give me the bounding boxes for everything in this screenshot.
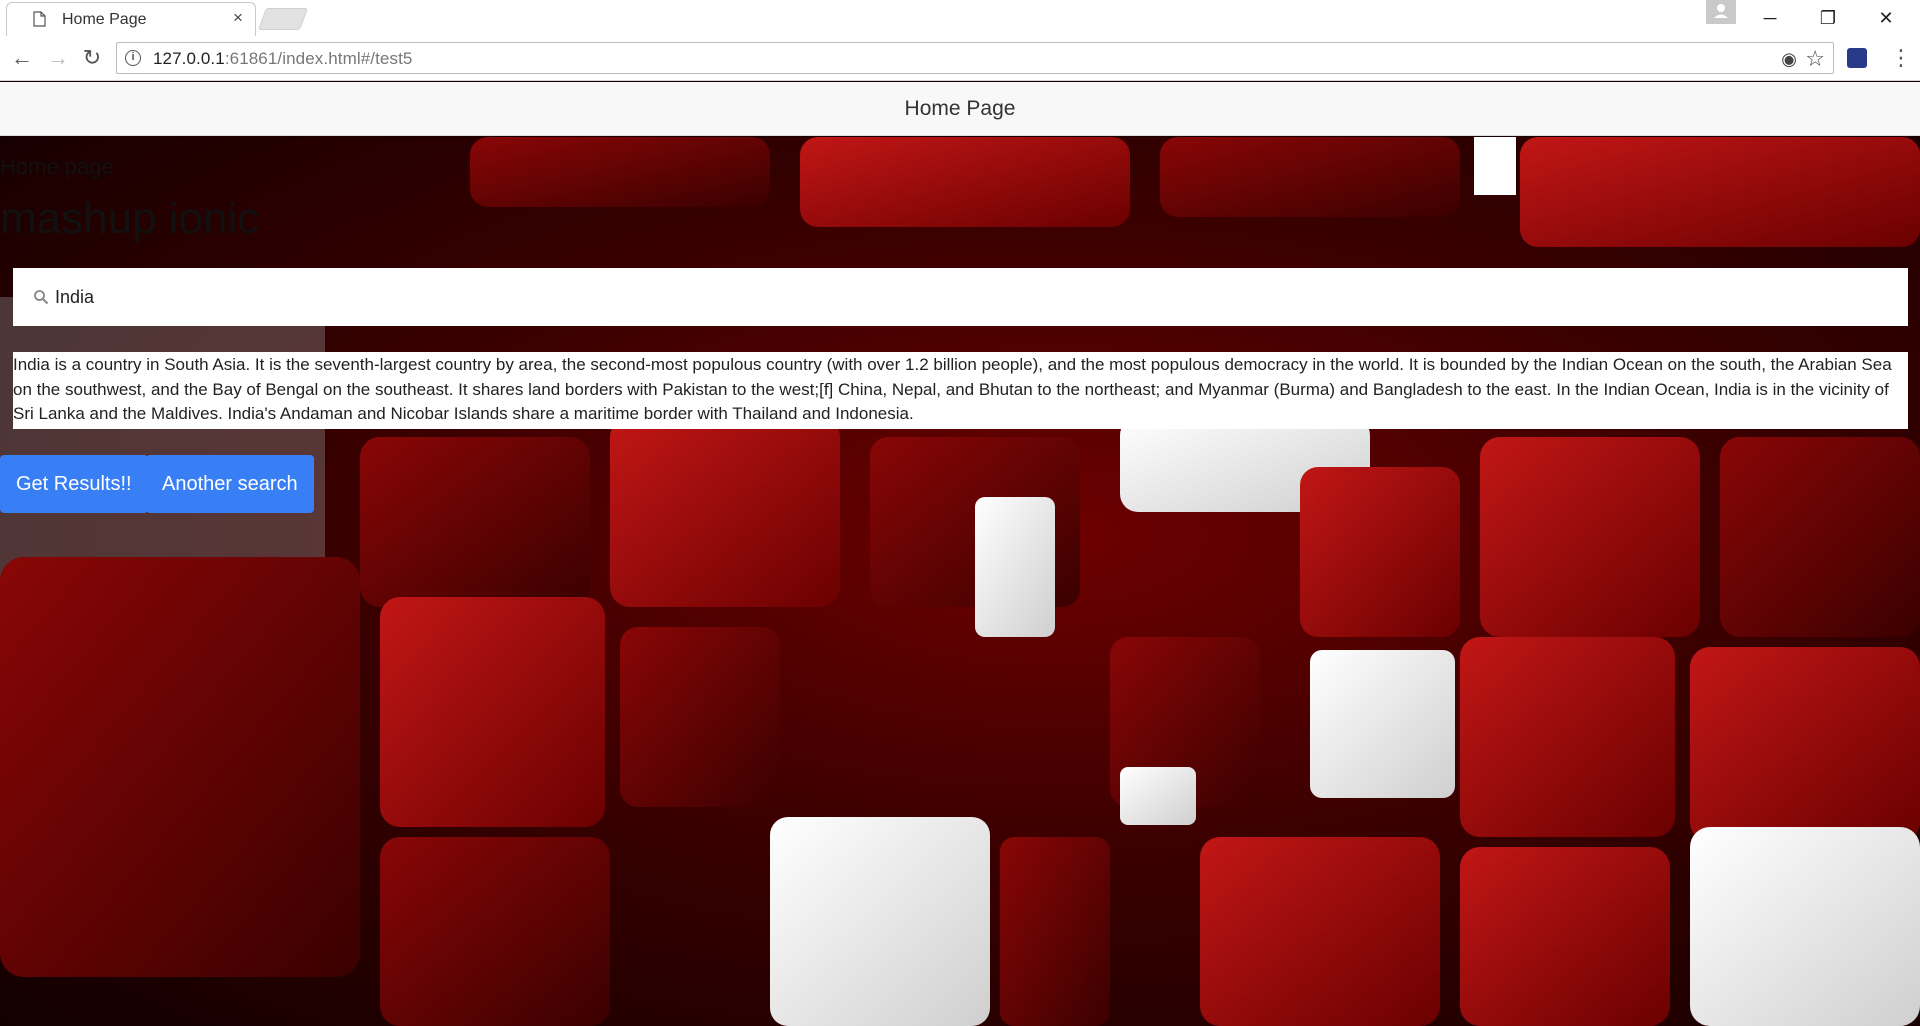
back-icon[interactable]: ← bbox=[8, 44, 36, 72]
search-input[interactable] bbox=[55, 278, 1875, 316]
url-text[interactable]: 127.0.0.1:61861/index.html#/test5 bbox=[153, 49, 412, 69]
new-tab-button[interactable] bbox=[257, 8, 309, 30]
page-title: mashup ionic bbox=[0, 194, 260, 243]
close-window-icon[interactable]: ✕ bbox=[1858, 4, 1914, 32]
url-host: 127.0.0.1 bbox=[153, 49, 225, 68]
tab-close-icon[interactable]: × bbox=[233, 9, 243, 27]
reload-icon[interactable]: ↻ bbox=[78, 44, 106, 72]
result-text: India is a country in South Asia. It is … bbox=[13, 352, 1908, 429]
extension-icon[interactable] bbox=[1847, 48, 1867, 68]
page-icon bbox=[33, 11, 46, 27]
get-results-button[interactable]: Get Results!! bbox=[0, 455, 148, 513]
browser-tabstrip: Home Page × ─ ❐ ✕ bbox=[0, 0, 1920, 36]
tab-title: Home Page bbox=[62, 11, 147, 28]
location-icon[interactable]: ◉ bbox=[1781, 49, 1797, 70]
forward-icon[interactable]: → bbox=[44, 44, 72, 72]
browser-toolbar: ← → ↻ i 127.0.0.1:61861/index.html#/test… bbox=[0, 36, 1920, 81]
minimize-icon[interactable]: ─ bbox=[1742, 4, 1798, 32]
searchbar[interactable] bbox=[13, 268, 1908, 326]
app-header: Home Page bbox=[0, 82, 1920, 136]
profile-icon[interactable] bbox=[1706, 0, 1736, 24]
info-icon[interactable]: i bbox=[125, 50, 141, 66]
page-subtitle: Home page bbox=[0, 154, 114, 179]
bookmark-star-icon[interactable]: ☆ bbox=[1805, 46, 1825, 72]
header-title: Home Page bbox=[904, 97, 1016, 120]
browser-tab[interactable]: Home Page × bbox=[6, 2, 256, 36]
restore-icon[interactable]: ❐ bbox=[1800, 4, 1856, 32]
another-search-button[interactable]: Another search bbox=[146, 455, 314, 513]
browser-menu-icon[interactable]: ⋮ bbox=[1890, 45, 1912, 71]
address-bar[interactable]: i 127.0.0.1:61861/index.html#/test5 ◉ ☆ bbox=[116, 42, 1834, 74]
search-icon bbox=[34, 290, 49, 305]
url-path: :61861/index.html#/test5 bbox=[224, 49, 413, 68]
